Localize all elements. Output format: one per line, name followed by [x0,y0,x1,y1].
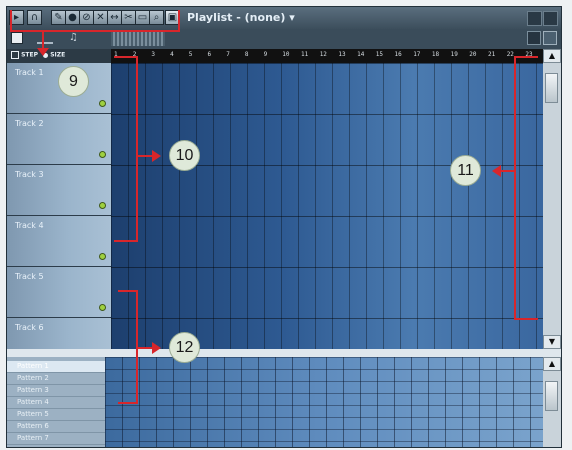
mute-icon[interactable]: ✕ [93,10,108,25]
pencil-icon[interactable]: ✎ [51,10,66,25]
annotation-line [514,56,516,320]
piano-roll-icon[interactable]: ♫ [69,32,81,44]
pattern-item[interactable]: Pattern 3 [7,385,105,397]
close-icon[interactable] [543,11,558,26]
play-icon[interactable] [11,32,23,44]
track-list: Track 1 Track 2 Track 3 Track 4 Track 5 Track… [7,63,111,369]
scroll-down-icon[interactable]: ▼ [543,335,561,349]
select-icon[interactable]: ▭ [135,10,150,25]
playlist-grid[interactable] [111,63,543,349]
ruler-tick: 9 [263,51,268,58]
ruler-tick: 22 [506,51,514,58]
track-led-icon[interactable] [99,304,106,311]
pattern-item[interactable]: Pattern 5 [7,409,105,421]
playlist-scrollbar[interactable]: ▲ ▼ [543,49,561,349]
pattern-selector[interactable] [111,32,165,46]
ruler-tick: 12 [319,51,327,58]
bar-ruler[interactable]: 1 2 3 4 5 6 7 8 9 10 11 12 13 14 15 16 17 18 19 20 21 22 23 [111,49,547,63]
ruler-tick: 4 [170,51,174,58]
pattern-scroll-up-icon[interactable]: ▲ [543,357,561,371]
zoom-icon[interactable]: ⌕ [149,10,164,25]
annotation-arrow [152,342,161,354]
annotation-arrow [37,48,49,56]
window-title[interactable]: Playlist - (none) ▾ [187,11,295,24]
pattern-item[interactable]: Pattern 2 [7,373,105,385]
ruler-tick: 3 [151,51,156,58]
options-icon[interactable] [527,31,541,45]
pattern-item[interactable]: Pattern 6 [7,421,105,433]
track-label: Track 1 [15,68,44,77]
pattern-item[interactable]: Pattern 1 [7,361,105,373]
panel-divider[interactable] [7,349,561,357]
track-led-icon[interactable] [99,253,106,260]
track-label: Track 5 [15,272,44,281]
paint-icon[interactable]: ● [65,10,80,25]
track-label: Track 3 [15,170,44,179]
track-led-icon[interactable] [99,151,106,158]
magnet-icon[interactable]: ∩ [27,10,42,25]
pattern-grid[interactable] [105,357,543,447]
track-label: Track 4 [15,221,44,230]
annotation-line [114,56,138,58]
ruler-tick: 7 [226,51,230,58]
pattern-item[interactable]: Pattern 7 [7,433,105,445]
pattern-item[interactable]: Pattern 4 [7,397,105,409]
annotation-line [500,170,516,172]
secondary-toolbar: ♫ [7,29,561,49]
annotation-line [178,10,180,32]
ruler-tick: 5 [188,51,193,58]
ruler-tick: 8 [244,51,249,58]
scroll-thumb[interactable] [545,73,558,103]
track-header[interactable]: Track 2 [7,114,111,165]
annotation-line [114,240,138,242]
annotation-line [514,56,538,58]
delete-icon[interactable]: ⊘ [79,10,94,25]
ruler-tick: 21 [488,51,496,58]
ruler-tick: 20 [469,51,477,58]
track-header[interactable]: Track 3 [7,165,111,216]
slip-icon[interactable]: ↔ [107,10,122,25]
annotation-line [118,290,138,292]
ruler-tick: 19 [450,51,458,58]
track-led-icon[interactable] [99,202,106,209]
pattern-scrollbar[interactable]: ▲ [543,357,561,447]
track-led-icon[interactable] [99,100,106,107]
annotation-line [136,56,138,242]
pattern-list: Pattern 1 Pattern 2 Pattern 3 Pattern 4 Patt… [7,357,105,447]
ruler-tick: 14 [357,51,365,58]
slice-icon[interactable]: ✂ [121,10,136,25]
playlist-toolbar: ▸ ∩ ✎ ● ⊘ ✕ ↔ ✂ ▭ ⌕ ▣ Playlist - (none) … [7,7,561,29]
annotation-line [10,10,12,32]
ruler-tick: 16 [394,51,402,58]
track-header[interactable]: Track 5 [7,267,111,318]
callout-10: 10 [169,140,200,171]
annotation-line [514,318,538,320]
annotation-line [10,30,180,32]
ruler-row: STEP SIZE 1 2 3 4 5 6 7 8 9 10 11 12 13 14 15 16 17 18 19 2… [7,49,561,63]
snap-icon[interactable] [37,34,53,44]
track-label: Track 6 [15,323,44,332]
track-label: Track 2 [15,119,44,128]
resize-icon[interactable] [543,31,557,45]
ruler-tick: 6 [207,51,212,58]
annotation-line [118,402,138,404]
scroll-up-icon[interactable]: ▲ [543,49,561,63]
ruler-tick: 10 [282,51,290,58]
playlist-window: ▸ ∩ ✎ ● ⊘ ✕ ↔ ✂ ▭ ⌕ ▣ Playlist - (none) … [6,6,562,448]
ruler-tick: 13 [338,51,346,58]
ruler-tick: 11 [301,51,309,58]
callout-11: 11 [450,155,481,186]
callout-9: 9 [58,66,89,97]
track-header[interactable]: Track 4 [7,216,111,267]
annotation-arrow [152,150,161,162]
ruler-tick: 15 [375,51,384,58]
annotation-arrow [492,165,501,177]
ruler-tick: 18 [431,51,440,58]
callout-12: 12 [169,332,200,363]
ruler-tick: 17 [413,51,421,58]
detach-icon[interactable] [527,11,542,26]
pattern-scroll-thumb[interactable] [545,381,558,411]
